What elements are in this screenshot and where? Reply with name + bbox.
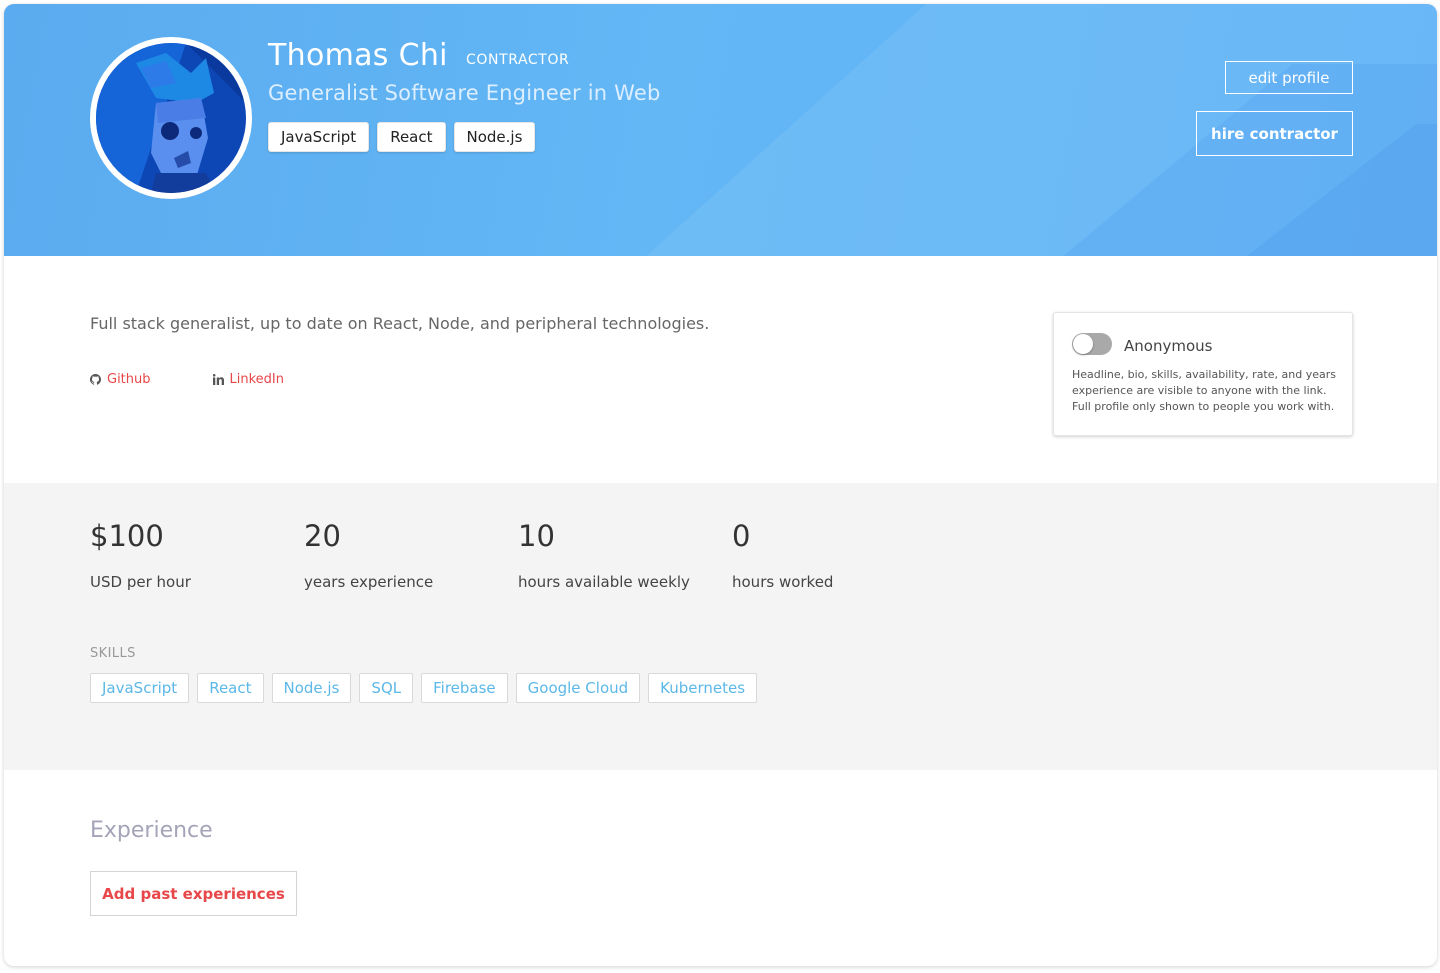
toggle-knob: [1073, 334, 1093, 354]
hire-contractor-button[interactable]: hire contractor: [1196, 111, 1353, 156]
linkedin-icon: [212, 374, 224, 385]
header-skill-tag: React: [377, 122, 446, 152]
social-links: Github LinkedIn: [90, 372, 346, 387]
linkedin-link-label: LinkedIn: [229, 372, 284, 387]
stat-value: 10: [518, 519, 555, 553]
role-badge: CONTRACTOR: [466, 52, 570, 68]
header-skill-tag: JavaScript: [268, 122, 370, 152]
avatar: [90, 37, 252, 199]
anonymous-description: Headline, bio, skills, availability, rat…: [1072, 368, 1336, 413]
stat-value: $100: [90, 519, 164, 553]
github-link-label: Github: [107, 372, 151, 387]
skill-tag: Google Cloud: [515, 673, 641, 703]
stat-value: 20: [304, 519, 341, 553]
skill-tag: React: [197, 673, 264, 703]
stat-label: hours available weekly: [518, 573, 690, 591]
github-link[interactable]: Github: [90, 372, 151, 387]
experience-heading: Experience: [90, 818, 213, 843]
stats-section: $100 USD per hour 20 years experience 10…: [4, 483, 1437, 770]
stat-availability: 10 hours available weekly: [518, 519, 690, 591]
anonymous-toggle[interactable]: [1072, 333, 1112, 355]
skill-tag-list: JavaScript React Node.js SQL Firebase Go…: [90, 673, 758, 703]
profile-name: Thomas Chi: [268, 38, 448, 73]
edit-profile-button[interactable]: edit profile: [1225, 61, 1353, 94]
skill-tag: Kubernetes: [648, 673, 758, 703]
profile-headline: Generalist Software Engineer in Web: [268, 81, 661, 105]
anonymous-privacy-card: Anonymous Headline, bio, skills, availab…: [1053, 312, 1353, 436]
header-skill-tags: JavaScript React Node.js: [268, 122, 536, 152]
stat-label: years experience: [304, 573, 434, 591]
skill-tag: Firebase: [421, 673, 508, 703]
stat-hours-worked: 0 hours worked: [732, 519, 833, 591]
bio-text: Full stack generalist, up to date on Rea…: [90, 314, 710, 333]
skill-tag: Node.js: [271, 673, 352, 703]
stat-value: 0: [732, 519, 751, 553]
github-icon: [90, 374, 101, 385]
stat-experience: 20 years experience: [304, 519, 433, 591]
anonymous-label: Anonymous: [1124, 337, 1213, 355]
profile-header: Thomas Chi CONTRACTOR Generalist Softwar…: [4, 4, 1437, 256]
add-experience-button[interactable]: Add past experiences: [90, 871, 297, 916]
avatar-illustration-icon: [96, 43, 246, 193]
stat-label: hours worked: [732, 573, 834, 591]
skill-tag: JavaScript: [90, 673, 190, 703]
stat-rate: $100 USD per hour: [90, 519, 191, 591]
linkedin-link[interactable]: LinkedIn: [212, 372, 284, 387]
stat-label: USD per hour: [90, 573, 191, 591]
header-skill-tag: Node.js: [453, 122, 536, 152]
profile-card: Thomas Chi CONTRACTOR Generalist Softwar…: [4, 4, 1437, 966]
skills-heading: SKILLS: [90, 646, 136, 661]
skill-tag: SQL: [359, 673, 414, 703]
